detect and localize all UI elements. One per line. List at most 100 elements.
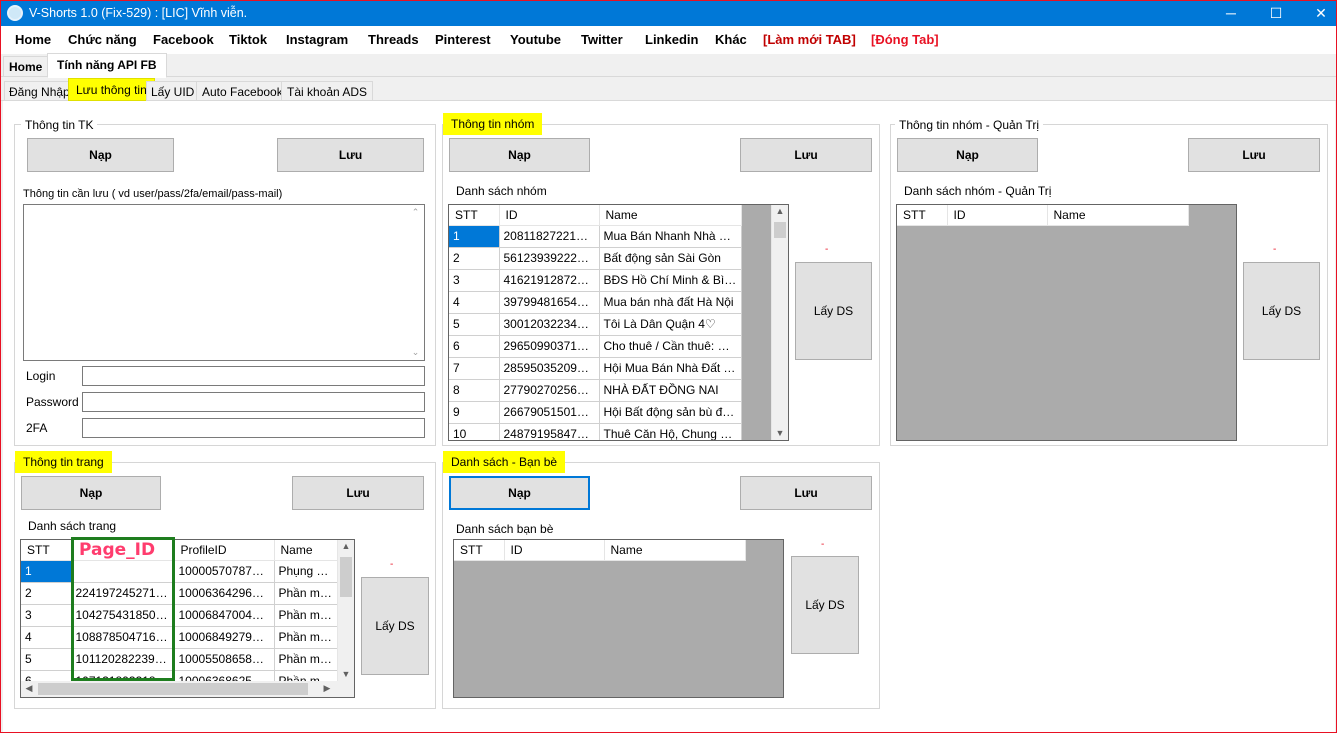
table-cell[interactable]: 3 (449, 269, 500, 292)
friends-grid[interactable]: STT ID Name (453, 539, 784, 698)
pages-get-list-button[interactable]: Lấy DS (361, 577, 429, 675)
table-cell[interactable]: 2 (449, 247, 500, 270)
close-button[interactable]: ✕ (1298, 1, 1337, 26)
menu-facebook[interactable]: Facebook (153, 32, 214, 47)
table-cell[interactable]: Thuê Căn Hộ, Chung Cư ... (599, 423, 742, 440)
menu-refresh-tab[interactable]: [Làm mới TAB] (763, 32, 856, 47)
column-header-id[interactable]: ID (499, 205, 600, 226)
scroll-down-icon[interactable]: ▼ (338, 669, 354, 679)
twofa-input[interactable] (82, 418, 425, 438)
pages-grid-vscrollbar[interactable]: ▲ ▼ (337, 540, 354, 681)
scroll-up-icon[interactable]: ⌃ (407, 207, 424, 218)
table-cell[interactable]: Phần mềm đ (274, 604, 340, 627)
scroll-up-icon[interactable]: ▲ (338, 541, 354, 551)
table-cell[interactable]: Phần mềm ch (274, 582, 340, 605)
table-cell[interactable]: 9 (449, 401, 500, 424)
column-header-stt[interactable]: STT (454, 540, 505, 561)
password-input[interactable] (82, 392, 425, 412)
groups-grid-scrollbar[interactable]: ▲ ▼ (771, 205, 788, 440)
scroll-down-icon[interactable]: ▼ (772, 428, 788, 438)
table-cell[interactable]: 6 (449, 335, 500, 358)
table-cell[interactable]: 4 (449, 291, 500, 314)
table-cell[interactable]: 1 (21, 560, 72, 583)
scroll-right-icon[interactable]: ▶ (321, 683, 333, 694)
column-header-profile-id[interactable]: ProfileID (174, 540, 275, 561)
table-cell[interactable]: Hội Mua Bán Nhà Đất TP... (599, 357, 742, 380)
tab-home[interactable]: Home (3, 56, 49, 77)
menu-pinterest[interactable]: Pinterest (435, 32, 491, 47)
table-row[interactable]: 7 2859503520953... Hội Mua Bán Nhà Đất TP.… (449, 357, 742, 380)
tab-dang-nhap[interactable]: Đăng Nhập (4, 81, 75, 101)
column-header-name[interactable]: Name (599, 205, 742, 226)
table-row[interactable]: 10 2487919584757... Thuê Căn Hộ, Chung Cư … (449, 423, 742, 440)
maximize-button[interactable]: ☐ (1253, 1, 1299, 26)
table-cell[interactable]: Phần mềm V (274, 648, 340, 671)
table-row[interactable]: 1 100005707876120 Phụng Trần (21, 560, 340, 583)
table-cell[interactable]: 100068470042060 (174, 604, 275, 627)
table-row[interactable]: 1 2081182722169... Mua Bán Nhanh Nhà Đất..… (449, 225, 742, 248)
table-row[interactable]: 8 2779027025664... NHÀ ĐẤT ĐỒNG NAI (449, 379, 742, 402)
table-cell[interactable]: 5 (21, 648, 72, 671)
menu-close-tab[interactable]: [Đóng Tab] (871, 32, 939, 47)
groups-save-button[interactable]: Lưu (740, 138, 872, 172)
scrollbar-thumb[interactable] (774, 222, 786, 238)
table-cell[interactable]: BĐS Hồ Chí Minh & Bình ... (599, 269, 742, 292)
menu-khac[interactable]: Khác (715, 32, 747, 47)
table-row[interactable]: 5 3001203223497... Tôi Là Dân Quận 4♡ (449, 313, 742, 336)
table-cell[interactable]: 2779027025664... (499, 379, 600, 402)
table-cell[interactable]: 10 (449, 423, 500, 440)
table-cell[interactable]: 3979948165405... (499, 291, 600, 314)
menu-threads[interactable]: Threads (368, 32, 419, 47)
scroll-down-icon[interactable]: ⌄ (407, 347, 424, 358)
table-cell[interactable]: 7 (449, 357, 500, 380)
table-row[interactable]: 2 5612393922216... Bất động sản Sài Gòn (449, 247, 742, 270)
table-cell[interactable]: 3001203223497... (499, 313, 600, 336)
table-cell[interactable]: 2 (21, 582, 72, 605)
title-bar[interactable]: V-Shorts 1.0 (Fix-529) : [LIC] Vĩnh viễn… (1, 1, 1336, 26)
column-header-id[interactable]: ID (504, 540, 605, 561)
menu-linkedin[interactable]: Linkedin (645, 32, 698, 47)
table-cell[interactable]: 8 (449, 379, 500, 402)
table-cell[interactable]: Phần mềm Đ (274, 626, 340, 649)
tab-luu-thong-tin[interactable]: Lưu thông tin (68, 78, 155, 101)
table-cell[interactable]: 2081182722169... (499, 225, 600, 248)
table-cell[interactable]: Cho thuê / Cần thuê: Kho... (599, 335, 742, 358)
scrollbar-thumb[interactable] (38, 683, 308, 695)
pages-save-button[interactable]: Lưu (292, 476, 424, 510)
table-cell[interactable]: Hội Bất động sản bù đốp.... (599, 401, 742, 424)
table-row[interactable]: 9 2667905150125... Hội Bất động sản bù đốp… (449, 401, 742, 424)
column-header-name[interactable]: Name (604, 540, 746, 561)
column-header-id[interactable]: ID (947, 205, 1048, 226)
table-cell[interactable]: 2859503520953... (499, 357, 600, 380)
table-cell[interactable]: 5 (449, 313, 500, 336)
table-row[interactable]: 4 108878504716762 100068492792167 Phần mềm … (21, 626, 340, 649)
table-cell[interactable]: 100063642965060 (174, 582, 275, 605)
scroll-up-icon[interactable]: ▲ (772, 206, 788, 216)
table-cell[interactable]: Phụng Trần (274, 560, 340, 583)
account-info-textarea[interactable]: ⌃ ⌄ (23, 204, 425, 361)
table-row[interactable]: 5 1011202822392... 100055086588447 Phần mềm… (21, 648, 340, 671)
table-cell[interactable]: Mua bán nhà đất Hà Nội (599, 291, 742, 314)
groups-get-list-button[interactable]: Lấy DS (795, 262, 872, 360)
scroll-left-icon[interactable]: ◀ (23, 683, 35, 694)
table-cell[interactable]: 2487919584757... (499, 423, 600, 440)
tab-tai-khoan-ads[interactable]: Tài khoản ADS (281, 81, 374, 101)
table-row[interactable]: 3 4162191287222... BĐS Hồ Chí Minh & Bình … (449, 269, 742, 292)
menu-youtube[interactable]: Youtube (510, 32, 561, 47)
table-cell[interactable]: Mua Bán Nhanh Nhà Đất... (599, 225, 742, 248)
table-cell[interactable]: 100005707876120 (174, 560, 275, 583)
account-save-button[interactable]: Lưu (277, 138, 424, 172)
table-cell[interactable]: 100068492792167 (174, 626, 275, 649)
table-cell[interactable]: Bất động sản Sài Gòn (599, 247, 742, 270)
table-row[interactable]: 4 3979948165405... Mua bán nhà đất Hà Nội (449, 291, 742, 314)
column-header-name[interactable]: Name (274, 540, 340, 561)
admin-groups-grid[interactable]: STT ID Name (896, 204, 1237, 441)
admin-groups-save-button[interactable]: Lưu (1188, 138, 1320, 172)
tab-auto-facebook[interactable]: Auto Facebook (196, 81, 289, 101)
column-header-stt[interactable]: STT (21, 540, 72, 561)
friends-load-button[interactable]: Nạp (449, 476, 590, 510)
menu-instagram[interactable]: Instagram (286, 32, 348, 47)
menu-twitter[interactable]: Twitter (581, 32, 623, 47)
login-input[interactable] (82, 366, 425, 386)
admin-groups-load-button[interactable]: Nạp (897, 138, 1038, 172)
